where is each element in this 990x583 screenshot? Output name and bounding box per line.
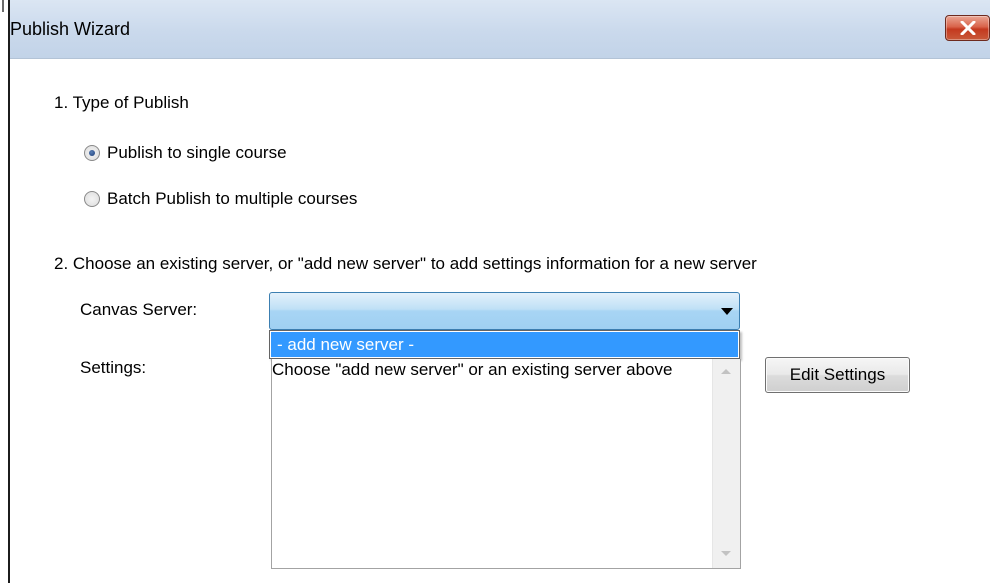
radio-button-checked[interactable] (84, 145, 100, 161)
section-1-heading: 1. Type of Publish (54, 93, 189, 112)
title-bar: Publish Wizard (10, 0, 990, 59)
window-title: Publish Wizard (10, 19, 131, 39)
canvas-server-dropdown-list: - add new server - (269, 330, 740, 359)
radio-button[interactable] (84, 191, 100, 207)
window-left-frame (0, 0, 10, 583)
edit-settings-button[interactable]: Edit Settings (765, 357, 910, 393)
radio-single-course[interactable]: Publish to single course (84, 143, 287, 163)
section-2-heading: 2. Choose an existing server, or "add ne… (54, 254, 757, 273)
scroll-down-arrow-icon[interactable] (721, 551, 731, 556)
close-icon (960, 21, 976, 35)
wizard-body: 1. Type of Publish Publish to single cou… (10, 59, 990, 583)
radio-batch-publish-label: Batch Publish to multiple courses (107, 189, 358, 208)
settings-text: Choose "add new server" or an existing s… (272, 360, 673, 379)
canvas-server-combobox[interactable] (269, 292, 740, 330)
chevron-down-icon[interactable] (721, 308, 733, 315)
close-button[interactable] (945, 15, 990, 41)
scroll-up-arrow-icon[interactable] (721, 369, 731, 374)
canvas-server-label: Canvas Server: (80, 300, 198, 319)
settings-label: Settings: (80, 358, 147, 377)
radio-batch-publish[interactable]: Batch Publish to multiple courses (84, 189, 357, 209)
settings-textarea[interactable]: Choose "add new server" or an existing s… (271, 359, 741, 569)
dropdown-option-add-new-server[interactable]: - add new server - (271, 332, 738, 357)
settings-scrollbar[interactable] (712, 359, 740, 568)
radio-single-course-label: Publish to single course (107, 143, 287, 162)
frame-mark (2, 0, 4, 12)
